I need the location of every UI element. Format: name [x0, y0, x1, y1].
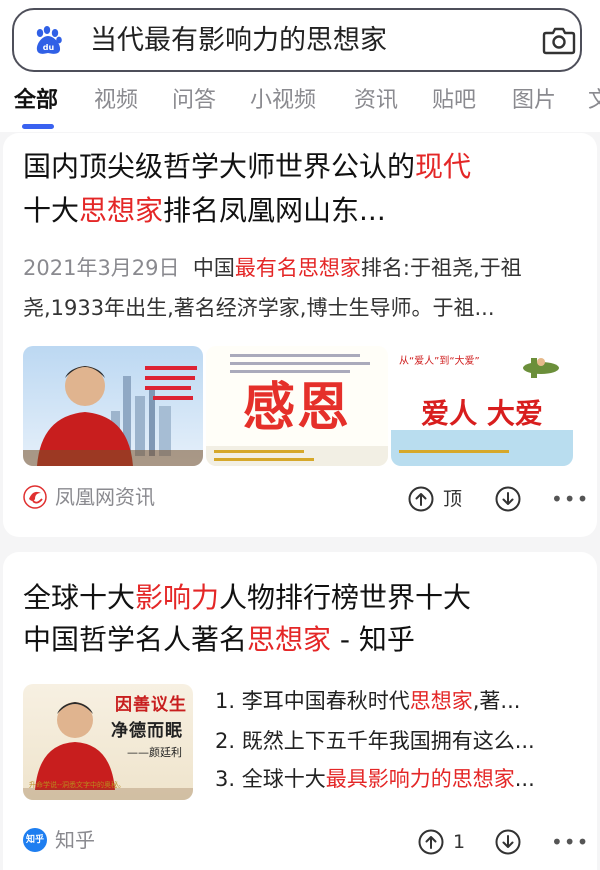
result-source[interactable]: 凤凰网资讯 [55, 482, 155, 512]
result-source[interactable]: 知乎 [55, 825, 95, 855]
list-item[interactable]: 1. 李耳中国春秋时代思想家,著... [215, 686, 520, 716]
tab-more[interactable]: 文 [588, 84, 600, 118]
tab-news[interactable]: 资讯 [354, 84, 398, 118]
downvote-icon[interactable] [495, 486, 521, 512]
calligraphy-line: 净德而眠 [111, 721, 183, 741]
result-image[interactable] [23, 346, 203, 466]
tab-images[interactable]: 图片 [512, 84, 556, 118]
search-result-card[interactable]: 国内顶尖级哲学大师世界公认的现代 十大思想家排名凤凰网山东... 2021年3月… [3, 133, 597, 537]
search-bar[interactable]: du 当代最有影响力的思想家 [12, 8, 582, 72]
result-image[interactable]: 感恩 [206, 346, 388, 466]
result-image[interactable]: 从“爱人”到“大爱” 爱人 大爱 [391, 346, 573, 466]
result-snippet: 尧,1933年出生,著名经济学家,博士生导师。于祖... [23, 296, 495, 320]
caption-line [399, 450, 509, 453]
portrait-city-image [23, 366, 203, 466]
result-title-line[interactable]: 国内顶尖级哲学大师世界公认的现代 [23, 145, 471, 189]
signature: ——颜廷利 [127, 746, 182, 759]
search-result-card[interactable]: 全球十大影响力人物排行榜世界十大 中国哲学名人著名思想家 - 知乎 因善议生 净… [3, 552, 597, 870]
list-item[interactable]: 3. 全球十大最具影响力的思想家... [215, 764, 535, 794]
search-header: du 当代最有影响力的思想家 全部 视频 问答 小视频 资讯 贴吧 图片 文 [0, 0, 600, 132]
result-snippet: 2021年3月29日 中国最有名思想家排名:于祖尧,于祖 [23, 256, 522, 280]
tab-video[interactable]: 视频 [94, 84, 138, 118]
upvote-count[interactable]: 1 [453, 829, 465, 855]
search-input[interactable]: 当代最有影响力的思想家 [90, 24, 387, 58]
list-item[interactable]: 2. 既然上下五千年我国拥有这么... [215, 726, 535, 756]
svg-text:du: du [43, 43, 55, 52]
gratitude-text: 感恩 [242, 378, 351, 438]
tab-all[interactable]: 全部 [14, 84, 58, 118]
downvote-icon[interactable] [495, 829, 521, 855]
calligraphy-line: 因善议生 [115, 695, 187, 715]
upvote-label[interactable]: 顶 [443, 486, 462, 512]
image-caption: 升命学说--洞悉文字中的奥秘。 [29, 781, 126, 789]
result-title-line[interactable]: 全球十大影响力人物排行榜世界十大 [23, 576, 471, 620]
zhihu-logo-icon: 知乎 [23, 828, 47, 852]
tab-short-video[interactable]: 小视频 [250, 84, 316, 118]
tab-qa[interactable]: 问答 [172, 84, 216, 118]
result-title-line[interactable]: 中国哲学名人著名思想家 - 知乎 [23, 618, 415, 662]
phoenix-logo-icon [23, 485, 47, 509]
camera-icon[interactable] [542, 25, 576, 55]
more-options-icon[interactable]: ••• [551, 489, 589, 509]
upvote-icon[interactable] [408, 486, 434, 512]
upvote-icon[interactable] [418, 829, 444, 855]
baidu-paw-icon: du [36, 26, 62, 54]
more-options-icon[interactable]: ••• [551, 832, 589, 852]
tab-tieba[interactable]: 贴吧 [432, 84, 476, 118]
love-big-text: 爱人 大爱 [421, 397, 543, 430]
result-title-line[interactable]: 十大思想家排名凤凰网山东... [23, 189, 386, 233]
category-tabs: 全部 视频 问答 小视频 资讯 贴吧 图片 文 [0, 84, 600, 120]
result-date: 2021年3月29日 [23, 256, 180, 280]
active-tab-indicator [22, 124, 54, 129]
result-image[interactable]: 因善议生 净德而眠 ——颜廷利 升命学说--洞悉文字中的奥秘。 [23, 684, 193, 800]
